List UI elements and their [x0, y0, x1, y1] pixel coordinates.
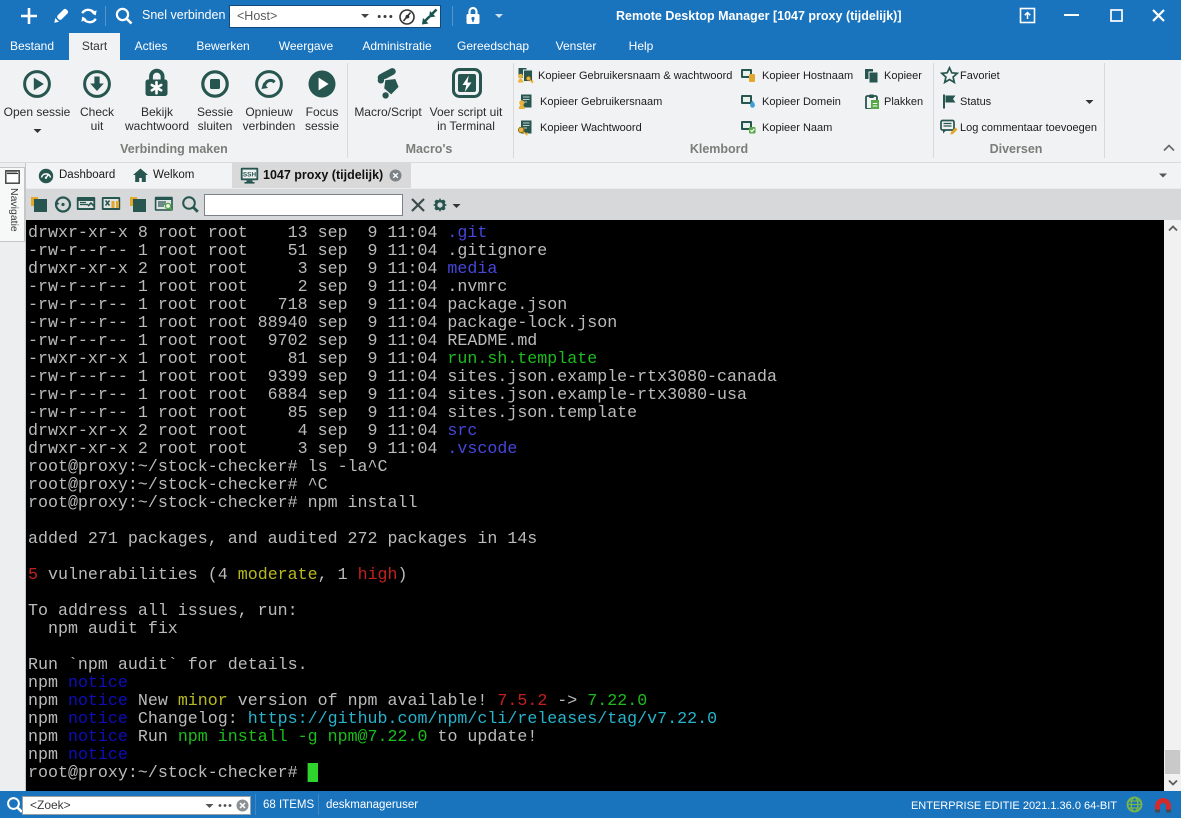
svg-text:SSH: SSH: [243, 172, 257, 179]
